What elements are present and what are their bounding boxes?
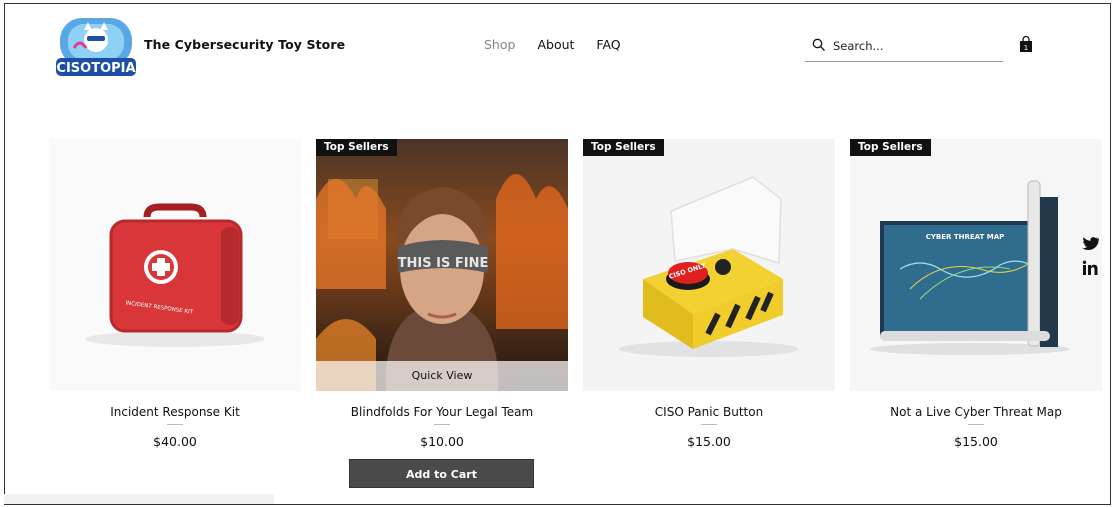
product-name[interactable]: Incident Response Kit bbox=[49, 405, 301, 419]
product-divider bbox=[968, 424, 984, 425]
product-price: $15.00 bbox=[954, 434, 998, 449]
product-divider bbox=[701, 424, 717, 425]
twitter-icon[interactable] bbox=[1081, 236, 1099, 252]
product-price: $10.00 bbox=[420, 434, 464, 449]
logo[interactable]: CISOTOPIA bbox=[54, 16, 138, 78]
nav-shop[interactable]: Shop bbox=[484, 37, 515, 52]
map-title: CYBER THREAT MAP bbox=[926, 233, 1005, 241]
panic-button-illustration: CISO ONLY bbox=[619, 176, 799, 357]
product-card[interactable]: Top Sellers CYBER THREAT MAP Not a Live … bbox=[850, 139, 1102, 449]
store-name[interactable]: The Cybersecurity Toy Store bbox=[144, 37, 345, 52]
product-card[interactable]: INCIDENT RESPONSE KIT Incident Response … bbox=[49, 139, 301, 449]
cart-count: 1 bbox=[1024, 44, 1028, 52]
product-card[interactable]: Top Sellers CISO ONLY CISO Panic Button … bbox=[583, 139, 835, 449]
product-image[interactable]: Top Sellers THIS IS FINE Quick View bbox=[316, 139, 568, 391]
cart-icon[interactable]: 1 bbox=[1019, 36, 1033, 53]
product-image[interactable]: Top Sellers CYBER THREAT MAP bbox=[850, 139, 1102, 391]
product-name[interactable]: CISO Panic Button bbox=[583, 405, 835, 419]
linkedin-icon[interactable] bbox=[1081, 260, 1099, 276]
product-image[interactable]: Top Sellers CISO ONLY bbox=[583, 139, 835, 391]
main-nav: Shop About FAQ bbox=[484, 37, 643, 52]
blindfold-illustration: THIS IS FINE bbox=[316, 139, 568, 391]
product-divider bbox=[434, 424, 450, 425]
product-card[interactable]: Top Sellers THIS IS FINE Quick View Blin… bbox=[316, 139, 568, 488]
blindfold-text: THIS IS FINE bbox=[398, 256, 489, 271]
incident-kit-illustration: INCIDENT RESPONSE KIT bbox=[85, 203, 265, 347]
top-sellers-badge: Top Sellers bbox=[316, 139, 397, 156]
nav-about[interactable]: About bbox=[537, 37, 574, 52]
product-name[interactable]: Blindfolds For Your Legal Team bbox=[316, 405, 568, 419]
product-image[interactable]: INCIDENT RESPONSE KIT bbox=[49, 139, 301, 391]
product-divider bbox=[167, 424, 183, 425]
page-frame: CISOTOPIA The Cybersecurity Toy Store Sh… bbox=[4, 3, 1111, 505]
footer-strip bbox=[4, 494, 274, 504]
product-name[interactable]: Not a Live Cyber Threat Map bbox=[850, 405, 1102, 419]
quick-view-button[interactable]: Quick View bbox=[316, 361, 568, 391]
search-bar[interactable] bbox=[805, 32, 1003, 62]
product-price: $15.00 bbox=[687, 434, 731, 449]
top-sellers-badge: Top Sellers bbox=[850, 139, 931, 156]
nav-faq[interactable]: FAQ bbox=[596, 37, 620, 52]
product-price: $40.00 bbox=[153, 434, 197, 449]
search-input[interactable] bbox=[833, 36, 993, 56]
top-sellers-badge: Top Sellers bbox=[583, 139, 664, 156]
threat-map-illustration: CYBER THREAT MAP bbox=[870, 180, 1070, 355]
search-icon[interactable] bbox=[812, 38, 826, 52]
add-to-cart-button[interactable]: Add to Cart bbox=[349, 459, 534, 488]
logo-text: CISOTOPIA bbox=[56, 61, 135, 76]
